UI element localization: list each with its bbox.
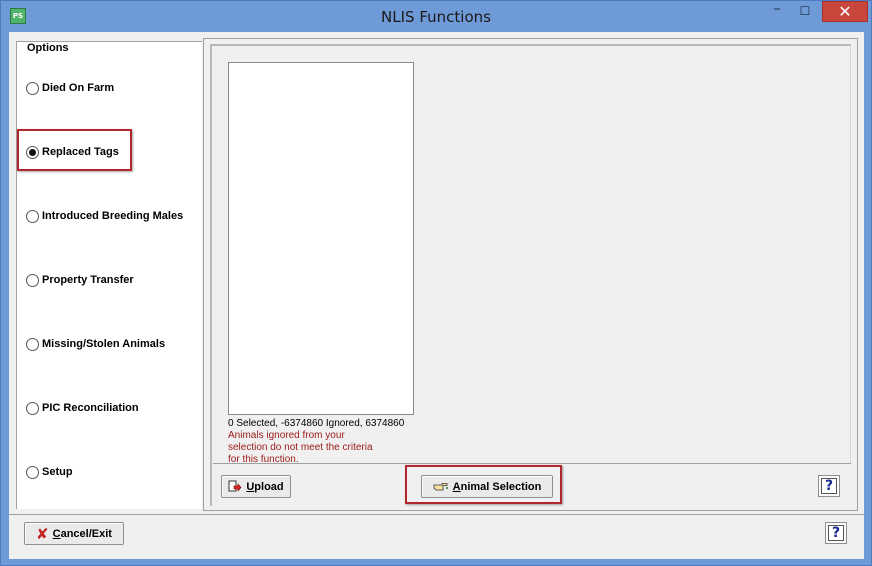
option-died-on-farm[interactable]: Died On Farm	[26, 80, 114, 96]
selection-status: 0 Selected, -6374860 Ignored, 6374860	[228, 418, 405, 429]
nlis-functions-window: PS NLIS Functions – ☐ ✕ Options Died On …	[0, 0, 872, 566]
upload-icon	[228, 480, 242, 492]
option-introduced-breeding-males[interactable]: Introduced Breeding Males	[26, 208, 183, 224]
option-label: Property Transfer	[42, 274, 134, 286]
help-button-bottom[interactable]: ?	[825, 522, 847, 544]
upload-button[interactable]: Upload	[221, 475, 291, 498]
radio-setup[interactable]	[26, 465, 39, 479]
main-panel: 0 Selected, -6374860 Ignored, 6374860 An…	[203, 38, 858, 511]
option-label: Died On Farm	[42, 82, 115, 94]
window-title: NLIS Functions	[381, 8, 491, 26]
close-button[interactable]: ✕	[822, 1, 868, 22]
radio-introduced-breeding-males[interactable]	[26, 209, 39, 223]
maximize-button[interactable]: ☐	[791, 1, 819, 23]
ignored-message-line: Animals ignored from your	[228, 430, 345, 441]
cancel-exit-label: Cancel/Exit	[52, 527, 112, 540]
client-area: Options Died On Farm Replaced Tags Intro…	[9, 32, 864, 559]
option-label: Setup	[42, 466, 73, 478]
radio-property-transfer[interactable]	[26, 273, 39, 287]
option-missing-stolen-animals[interactable]: Missing/Stolen Animals	[26, 336, 165, 352]
option-property-transfer[interactable]: Property Transfer	[26, 272, 134, 288]
option-label: Introduced Breeding Males	[42, 210, 184, 222]
replaced-tags-highlight	[17, 129, 132, 171]
minimize-button[interactable]: –	[763, 1, 791, 23]
help-icon: ?	[828, 525, 844, 541]
animal-listbox[interactable]	[228, 62, 414, 415]
cancel-x-icon: ✘	[36, 524, 49, 543]
option-label: PIC Reconciliation	[42, 402, 139, 414]
upload-label: Upload	[246, 480, 284, 493]
option-label: Missing/Stolen Animals	[42, 338, 166, 350]
radio-missing-stolen-animals[interactable]	[26, 337, 39, 351]
help-button[interactable]: ?	[818, 475, 840, 497]
title-bar[interactable]: PS NLIS Functions – ☐ ✕	[1, 1, 871, 33]
options-group: Options Died On Farm Replaced Tags Intro…	[16, 41, 202, 509]
radio-died-on-farm[interactable]	[26, 81, 39, 95]
ignored-message-line: selection do not meet the criteria	[228, 442, 373, 453]
bottom-button-bar: ✘ Cancel/Exit ?	[9, 514, 864, 559]
option-setup[interactable]: Setup	[26, 464, 73, 480]
main-inner-frame: 0 Selected, -6374860 Ignored, 6374860 An…	[210, 44, 851, 506]
help-icon: ?	[821, 478, 837, 494]
animal-selection-highlight	[405, 465, 562, 504]
ignored-message: Animals ignored from your selection do n…	[228, 430, 408, 466]
options-legend: Options	[25, 42, 71, 54]
cancel-exit-button[interactable]: ✘ Cancel/Exit	[24, 522, 124, 545]
radio-pic-reconciliation[interactable]	[26, 401, 39, 415]
option-pic-reconciliation[interactable]: PIC Reconciliation	[26, 400, 139, 416]
